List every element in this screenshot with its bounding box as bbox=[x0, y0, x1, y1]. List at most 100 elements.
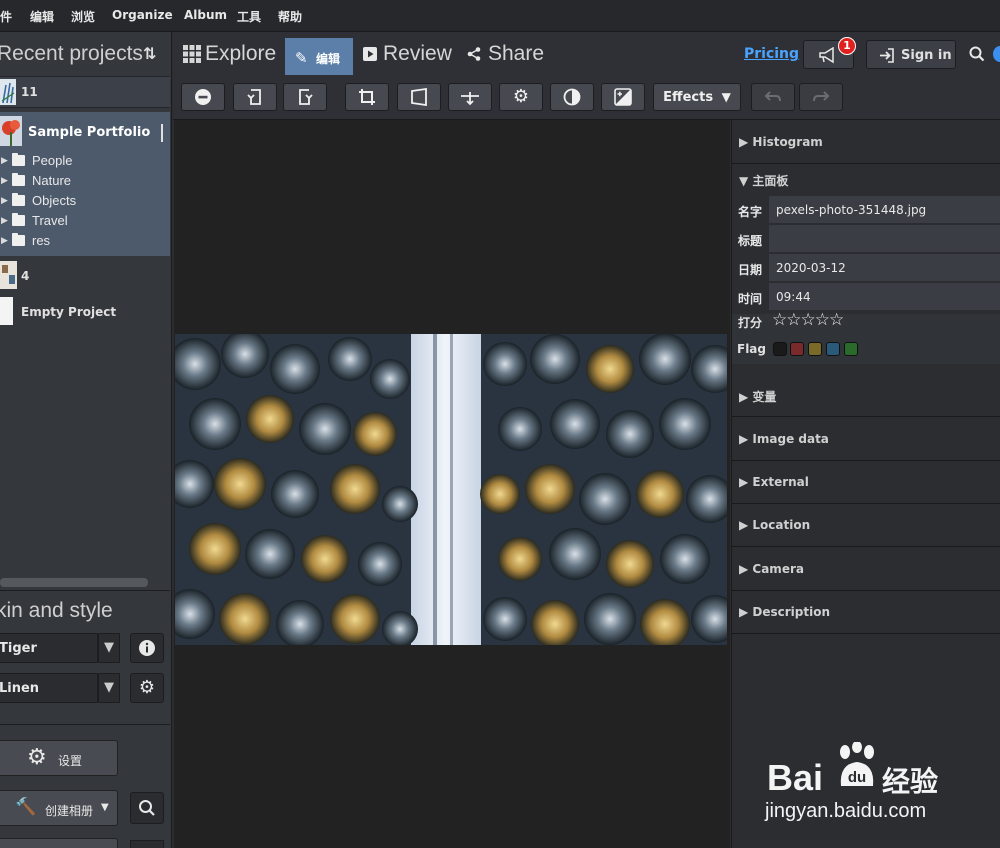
field-value-input[interactable] bbox=[769, 225, 1000, 253]
status-indicator bbox=[993, 46, 1000, 62]
field-value-input[interactable]: 2020-03-12 bbox=[769, 254, 1000, 282]
section-image-data[interactable]: ▶ Image data bbox=[732, 417, 1000, 461]
section-description[interactable]: ▶ Description bbox=[732, 590, 1000, 634]
menu-help[interactable]: 帮助 bbox=[278, 8, 302, 25]
project-name: 11 bbox=[21, 85, 38, 99]
redo-button[interactable] bbox=[799, 83, 843, 111]
menu-organize[interactable]: Organize bbox=[112, 8, 173, 22]
section-camera[interactable]: ▶ Camera bbox=[732, 547, 1000, 591]
expand-arrow-icon[interactable]: ▶ bbox=[1, 215, 8, 226]
project-item-11[interactable]: 11 bbox=[0, 76, 170, 108]
create-album-button[interactable]: 🔨 创建相册 ▼ bbox=[0, 790, 118, 826]
extra-square-button[interactable] bbox=[130, 840, 164, 848]
menu-edit[interactable]: 编辑 bbox=[30, 8, 54, 25]
folder-label: res bbox=[32, 233, 51, 248]
divider bbox=[0, 590, 170, 591]
main-panel-section: ▼ 主面板 名字 pexels-photo-351448.jpg 标题 日期 202… bbox=[732, 164, 1000, 364]
rotate-right-button[interactable] bbox=[283, 83, 327, 111]
menu-tools[interactable]: 工具 bbox=[237, 8, 261, 25]
exposure-button[interactable] bbox=[601, 83, 645, 111]
rating-stars[interactable]: ☆☆☆☆☆ bbox=[772, 310, 844, 330]
project-thumbnail bbox=[0, 297, 13, 325]
adjust-button[interactable]: ⚙ bbox=[499, 83, 543, 111]
field-label: 日期 bbox=[738, 263, 763, 277]
expand-arrow-icon[interactable]: ▶ bbox=[1, 235, 8, 246]
folder-icon bbox=[12, 233, 25, 246]
field-title: 标题 bbox=[732, 225, 1000, 253]
folder-label: Travel bbox=[32, 213, 68, 228]
signin-button[interactable]: Sign in bbox=[866, 40, 956, 69]
folder-icon bbox=[12, 213, 25, 226]
skin-select[interactable]: Tiger bbox=[0, 633, 98, 663]
chevron-down-icon[interactable]: ▼ bbox=[98, 633, 120, 663]
menu-view[interactable]: 浏览 bbox=[71, 8, 95, 25]
effects-label: Effects bbox=[663, 90, 714, 105]
horizontal-scrollbar[interactable] bbox=[0, 578, 148, 587]
tab-edit[interactable]: ✎ 编辑 bbox=[285, 38, 353, 75]
tab-explore[interactable]: Explore bbox=[205, 42, 276, 66]
straighten-button[interactable] bbox=[448, 83, 492, 111]
field-value-input[interactable]: 09:44 bbox=[769, 283, 1000, 311]
field-label: 时间 bbox=[738, 292, 763, 306]
menu-file[interactable]: 件 bbox=[0, 8, 12, 25]
tab-share[interactable]: Share bbox=[488, 42, 544, 66]
tab-review[interactable]: Review bbox=[383, 42, 452, 66]
flag-blue[interactable] bbox=[826, 342, 840, 356]
expand-arrow-icon[interactable]: ▶ bbox=[1, 175, 8, 186]
folder-icon bbox=[12, 173, 25, 186]
chevron-down-icon[interactable]: ▼ bbox=[98, 673, 120, 703]
project-thumbnail bbox=[0, 261, 17, 289]
search-icon[interactable] bbox=[969, 46, 985, 66]
undo-button[interactable] bbox=[751, 83, 795, 111]
rotate-right-icon bbox=[299, 89, 313, 105]
flag-none[interactable] bbox=[773, 342, 787, 356]
section-location[interactable]: ▶ Location bbox=[732, 503, 1000, 547]
gear-icon[interactable]: ⚙ bbox=[130, 673, 164, 703]
project-thumbnail bbox=[0, 116, 22, 146]
search-icon[interactable] bbox=[130, 792, 164, 824]
zoom-out-button[interactable] bbox=[181, 83, 225, 111]
folder-res[interactable]: ▶ res bbox=[0, 232, 170, 250]
megaphone-icon bbox=[819, 47, 834, 64]
folder-nature[interactable]: ▶ Nature bbox=[0, 172, 170, 190]
style-select[interactable]: Linen bbox=[0, 673, 98, 703]
extra-button[interactable] bbox=[0, 838, 118, 848]
section-variables[interactable]: ▶ 变量 bbox=[732, 373, 1000, 417]
folder-objects[interactable]: ▶ Objects bbox=[0, 192, 170, 210]
caret-down-icon: ▼ bbox=[101, 802, 109, 813]
pricing-link[interactable]: Pricing bbox=[744, 46, 799, 62]
image-canvas[interactable] bbox=[174, 120, 730, 848]
main-panel-header[interactable]: ▼ 主面板 bbox=[739, 172, 788, 189]
flag-yellow[interactable] bbox=[808, 342, 822, 356]
crop-button[interactable] bbox=[345, 83, 389, 111]
section-label: Histogram bbox=[752, 135, 823, 149]
contrast-button[interactable] bbox=[550, 83, 594, 111]
flag-red[interactable] bbox=[790, 342, 804, 356]
menu-album[interactable]: Album bbox=[184, 8, 227, 22]
field-value-input[interactable]: pexels-photo-351448.jpg bbox=[769, 196, 1000, 224]
project-name: 4 bbox=[21, 269, 30, 283]
expand-arrow-icon[interactable]: ▶ bbox=[1, 195, 8, 206]
project-item-empty[interactable]: Empty Project bbox=[0, 294, 170, 328]
project-name: Sample Portfolio bbox=[28, 125, 151, 140]
rotate-left-button[interactable] bbox=[233, 83, 277, 111]
photo-preview[interactable] bbox=[175, 334, 727, 645]
paw-icon: du bbox=[840, 742, 874, 786]
sort-arrows-icon[interactable]: ⇅ bbox=[143, 44, 156, 63]
section-external[interactable]: ▶ External bbox=[732, 460, 1000, 504]
project-item-sample-portfolio[interactable]: Sample Portfolio ▶ People ▶ Nature ▶ Object… bbox=[0, 112, 170, 256]
project-item-4[interactable]: 4 bbox=[0, 258, 170, 292]
contrast-icon bbox=[563, 88, 581, 106]
caret-down-icon: ▼ bbox=[721, 90, 731, 104]
section-histogram[interactable]: ▶ Histogram bbox=[732, 120, 1000, 164]
info-icon[interactable] bbox=[130, 633, 164, 663]
folder-travel[interactable]: ▶ Travel bbox=[0, 212, 170, 230]
flag-green[interactable] bbox=[844, 342, 858, 356]
expand-arrow-icon[interactable]: ▶ bbox=[1, 155, 8, 166]
perspective-button[interactable] bbox=[397, 83, 441, 111]
effects-button[interactable]: Effects ▼ bbox=[653, 83, 741, 111]
folder-people[interactable]: ▶ People bbox=[0, 152, 170, 170]
settings-button[interactable]: ⚙ 设置 bbox=[0, 740, 118, 776]
edit-toolbar: ⚙ Effects ▼ bbox=[173, 78, 1000, 120]
info-panel: ▶ Histogram ▼ 主面板 名字 pexels-photo-351448.… bbox=[731, 120, 1000, 848]
